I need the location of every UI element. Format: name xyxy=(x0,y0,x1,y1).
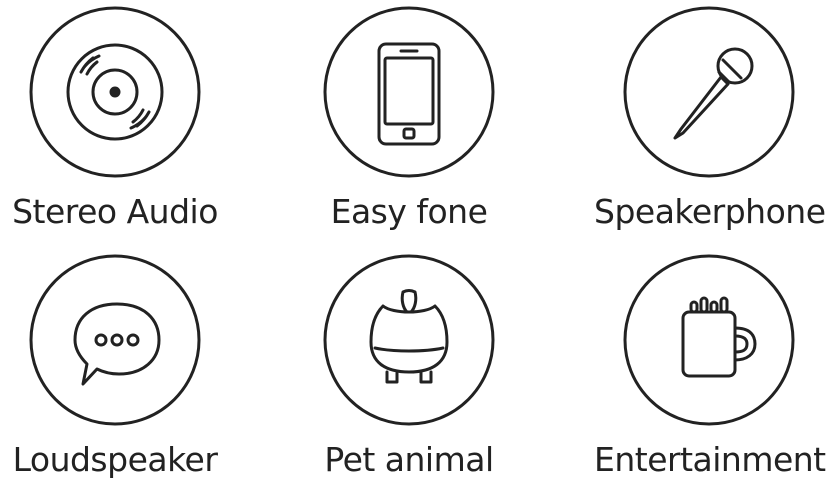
feature-label: Speakerphone xyxy=(594,192,826,231)
vinyl-record-icon xyxy=(27,4,203,180)
feature-label: Pet animal xyxy=(324,440,494,479)
feature-easy-fone: Easy fone xyxy=(294,4,524,244)
feature-label: Easy fone xyxy=(330,192,488,231)
feature-label: Stereo Audio xyxy=(12,192,218,231)
microphone-icon xyxy=(621,4,797,180)
pet-speaker-icon xyxy=(321,252,497,428)
coffee-mug-icon xyxy=(621,252,797,428)
feature-label: Entertainment xyxy=(594,440,826,479)
feature-entertainment: Entertainment xyxy=(594,252,826,492)
feature-speakerphone: Speakerphone xyxy=(594,4,826,244)
feature-grid: Stereo Audio Easy fone Speakerphone Loud… xyxy=(0,0,827,495)
feature-pet-animal: Pet animal xyxy=(294,252,524,492)
smartphone-icon xyxy=(321,4,497,180)
speech-bubble-icon xyxy=(27,252,203,428)
feature-label: Loudspeaker xyxy=(12,440,218,479)
feature-loudspeaker: Loudspeaker xyxy=(0,252,230,492)
feature-stereo-audio: Stereo Audio xyxy=(0,4,230,244)
